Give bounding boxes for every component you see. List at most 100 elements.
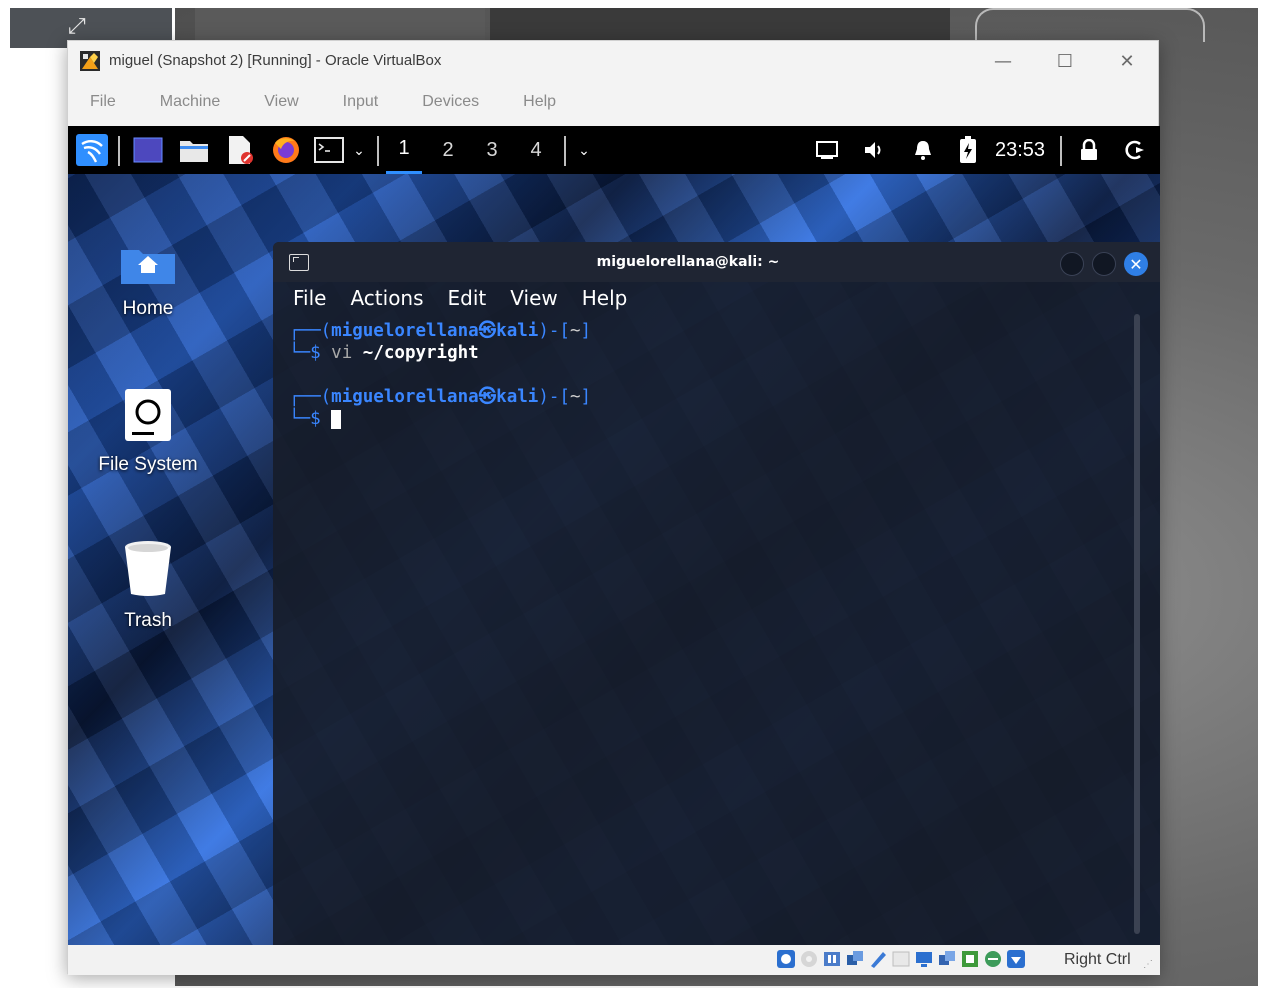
text-cursor <box>331 409 342 429</box>
desktop-icon-label: Trash <box>124 610 172 631</box>
workspace-2[interactable]: 2 <box>430 126 466 174</box>
desktop-icon-file-system[interactable]: File System <box>68 388 228 476</box>
kali-dragon-icon <box>76 134 108 166</box>
terminal-titlebar[interactable]: miguelorellana@kali: ~ ✕ <box>273 242 1160 282</box>
resize-grip-icon[interactable]: ⋰ <box>1143 959 1153 970</box>
trash-icon <box>125 541 171 596</box>
terminal-menu-view[interactable]: View <box>498 286 569 310</box>
text-editor-button[interactable] <box>222 126 258 174</box>
window-title: miguel (Snapshot 2) [Running] - Oracle V… <box>109 52 442 69</box>
prompt-dir: ~ <box>569 321 581 341</box>
optical-drive-icon[interactable] <box>799 949 819 969</box>
prompt-host: kali <box>496 321 539 341</box>
terminal-minimize-button[interactable] <box>1060 252 1084 276</box>
terminal-menu-file[interactable]: File <box>281 286 338 310</box>
menu-devices[interactable]: Devices <box>400 87 501 121</box>
host-background-shape <box>195 8 485 40</box>
panel-separator <box>377 136 379 166</box>
terminal-close-button[interactable]: ✕ <box>1124 252 1148 276</box>
close-button[interactable]: ✕ <box>1104 47 1150 75</box>
prompt-dollar: $ <box>310 409 321 429</box>
menu-machine[interactable]: Machine <box>138 87 242 121</box>
host-background-shape <box>490 8 950 40</box>
power-status-button[interactable] <box>954 126 982 174</box>
close-icon: ✕ <box>1119 50 1135 72</box>
desktop-icon-label: Home <box>122 298 174 319</box>
workspace-3[interactable]: 3 <box>474 126 510 174</box>
panel-separator <box>564 136 566 166</box>
shared-folders-icon[interactable] <box>891 949 911 969</box>
minimize-icon: — <box>994 50 1012 72</box>
guest-screen[interactable]: ⌄ 1 2 3 4 ⌄ 23:53 Home File System Trash… <box>68 126 1160 945</box>
usb-icon[interactable] <box>868 949 888 969</box>
folder-icon <box>180 141 208 162</box>
prompt-dollar: $ <box>310 343 321 363</box>
network-icon <box>816 141 838 159</box>
cpu-icon[interactable] <box>960 949 980 969</box>
desktop-icon-label: File System <box>98 454 198 475</box>
vbox-menubar: File Machine View Input Devices Help <box>68 87 1160 121</box>
desktop-icon <box>133 137 163 163</box>
window-titlebar[interactable]: miguel (Snapshot 2) [Running] - Oracle V… <box>68 41 1160 81</box>
battery-charging-icon <box>960 136 976 163</box>
minimize-button[interactable]: — <box>980 47 1026 75</box>
display-icon[interactable] <box>914 949 934 969</box>
menu-file[interactable]: File <box>68 87 138 121</box>
drive-icon <box>125 389 171 441</box>
prompt-user: miguelorellana <box>331 321 479 341</box>
audio-icon[interactable] <box>822 949 842 969</box>
recording-icon[interactable] <box>937 949 957 969</box>
terminal-launcher-button[interactable] <box>312 126 346 174</box>
desktop-icon-home[interactable]: Home <box>68 246 228 320</box>
command-line: └─$ vi ~/copyright <box>289 343 479 363</box>
show-desktop-button[interactable] <box>130 126 166 174</box>
terminal-menu-actions[interactable]: Actions <box>338 286 435 310</box>
mouse-integration-icon[interactable] <box>1006 949 1026 969</box>
panel-separator <box>118 136 120 166</box>
host-key-label[interactable]: Right Ctrl <box>1064 951 1131 969</box>
clock[interactable]: 23:53 <box>990 126 1050 174</box>
prompt-line: ┌──(miguelorellana㉿kali)-[~] <box>289 387 592 407</box>
terminal-output[interactable]: ┌──(miguelorellana㉿kali)-[~] └─$ vi ~/co… <box>289 320 1129 430</box>
menu-view[interactable]: View <box>242 87 320 121</box>
terminal-maximize-button[interactable] <box>1092 252 1116 276</box>
terminal-menu-edit[interactable]: Edit <box>436 286 499 310</box>
workspace-dropdown[interactable]: ⌄ <box>572 126 596 174</box>
text-editor-icon <box>229 136 253 164</box>
terminal-icon <box>314 137 344 163</box>
host-edge <box>1258 0 1263 988</box>
virtualization-icon[interactable] <box>983 949 1003 969</box>
terminal-title: miguelorellana@kali: ~ <box>596 254 780 270</box>
hard-disk-icon[interactable] <box>776 949 796 969</box>
host-edge <box>175 0 1258 8</box>
notifications-button[interactable] <box>908 126 938 174</box>
prompt-line: ┌──(miguelorellana㉿kali)-[~] <box>289 321 592 341</box>
prompt-user: miguelorellana <box>331 387 479 407</box>
terminal-menu-help[interactable]: Help <box>570 286 640 310</box>
kali-menu-button[interactable] <box>74 126 110 174</box>
logout-icon <box>1125 140 1144 160</box>
panel-separator <box>1060 136 1062 166</box>
workspace-1[interactable]: 1 <box>386 126 422 174</box>
launcher-dropdown[interactable]: ⌄ <box>348 126 370 174</box>
lock-screen-button[interactable] <box>1074 126 1104 174</box>
volume-button[interactable] <box>860 126 890 174</box>
firefox-icon <box>273 137 299 163</box>
vbox-statusbar: Right Ctrl ⋰ <box>68 945 1160 975</box>
workspace-4[interactable]: 4 <box>518 126 554 174</box>
logout-button[interactable] <box>1120 126 1150 174</box>
firefox-button[interactable] <box>268 126 304 174</box>
terminal-scrollbar[interactable] <box>1134 314 1140 934</box>
menu-help[interactable]: Help <box>501 87 578 121</box>
maximize-button[interactable]: ☐ <box>1042 47 1088 75</box>
maximize-icon: ☐ <box>1056 50 1074 72</box>
network-adapter-icon[interactable] <box>845 949 865 969</box>
desktop-icon-trash[interactable]: Trash <box>68 540 228 632</box>
menu-input[interactable]: Input <box>321 87 401 121</box>
command: vi <box>331 343 353 363</box>
network-button[interactable] <box>812 126 842 174</box>
kali-top-panel: ⌄ 1 2 3 4 ⌄ 23:53 <box>68 126 1160 174</box>
file-manager-button[interactable] <box>176 126 212 174</box>
close-icon: ✕ <box>1129 254 1143 274</box>
